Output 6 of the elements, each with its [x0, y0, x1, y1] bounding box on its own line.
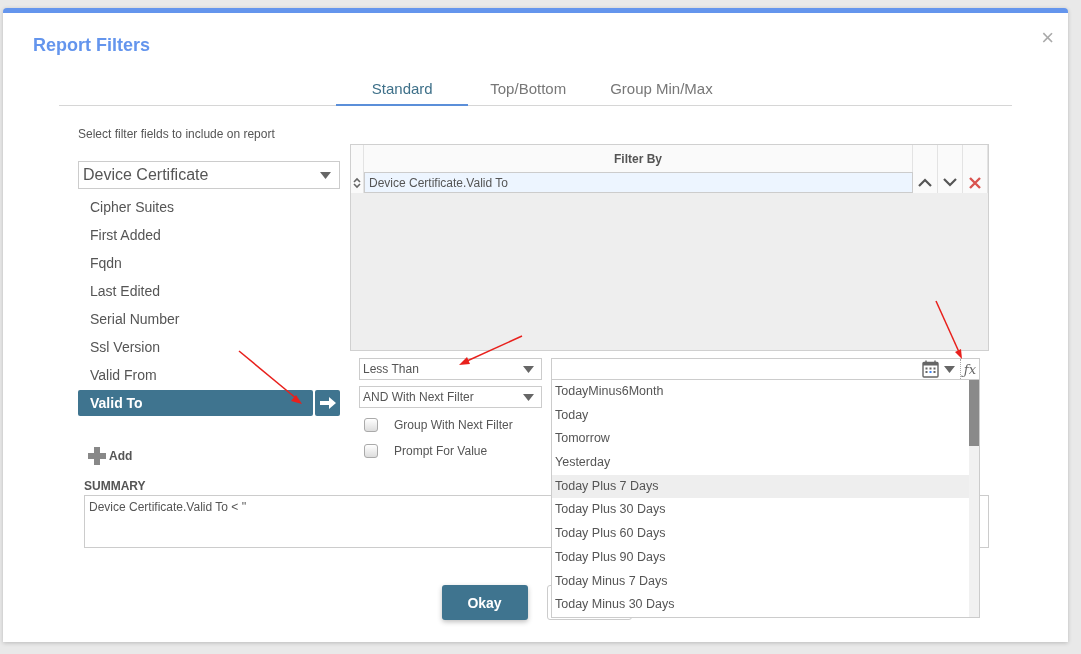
- summary-label: SUMMARY: [84, 479, 146, 493]
- checkbox-label: Group With Next Filter: [394, 418, 513, 432]
- dialog-title: Report Filters: [33, 35, 151, 56]
- instruction-text: Select filter fields to include on report: [78, 126, 276, 142]
- checkbox-label: Prompt For Value: [394, 444, 488, 458]
- column-header: Filter By: [614, 151, 662, 166]
